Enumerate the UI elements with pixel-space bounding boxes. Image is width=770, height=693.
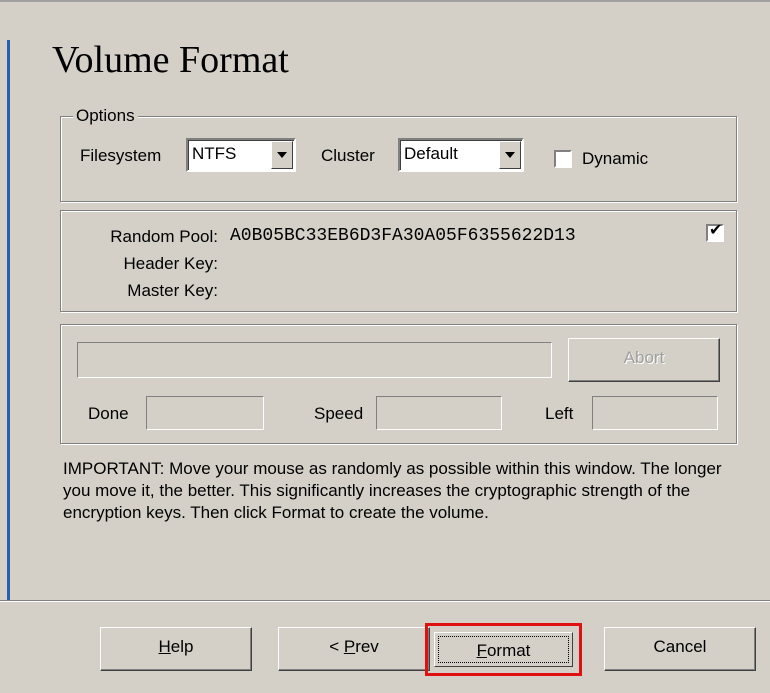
help-mnemonic: H	[158, 637, 171, 656]
show-keys-checkbox[interactable]: ✔	[706, 222, 724, 242]
prev-prefix: <	[329, 637, 344, 656]
speed-field	[376, 396, 502, 430]
header-key-label: Header Key:	[123, 254, 219, 273]
cancel-button[interactable]: Cancel	[604, 627, 756, 671]
cluster-label: Cluster	[321, 146, 375, 165]
format-button[interactable]: Format	[434, 632, 573, 667]
cancel-label: Cancel	[653, 637, 707, 656]
dynamic-checkbox[interactable]	[554, 150, 572, 168]
chevron-down-icon[interactable]	[271, 141, 293, 169]
abort-label: Abort	[623, 348, 665, 367]
important-message: IMPORTANT: Move your mouse as randomly a…	[63, 459, 722, 522]
random-pool-value: A0B05BC33EB6D3FA30A05F6355622D13	[230, 226, 576, 246]
prev-button[interactable]: < Prev	[278, 627, 430, 671]
divider-highlight	[0, 601, 770, 602]
top-edge	[0, 0, 770, 2]
help-button-label: Help	[159, 637, 194, 657]
help-rest: elp	[170, 637, 194, 656]
progress-bar	[77, 342, 552, 378]
speed-label: Speed	[314, 404, 364, 423]
page-title: Volume Format	[52, 39, 289, 81]
help-button[interactable]: Help	[100, 627, 252, 671]
filesystem-select[interactable]: NTFS	[186, 138, 296, 172]
abort-button[interactable]: Abort	[568, 338, 720, 382]
prev-rest: rev	[355, 637, 379, 656]
options-legend: Options	[73, 106, 138, 126]
random-pool-label: Random Pool:	[110, 227, 218, 246]
chevron-down-icon[interactable]	[499, 141, 521, 169]
left-label: Left	[545, 404, 574, 423]
filesystem-label: Filesystem	[80, 146, 162, 165]
left-field	[592, 396, 718, 430]
cluster-value: Default	[404, 144, 458, 163]
master-key-label: Master Key:	[127, 281, 218, 300]
filesystem-value: NTFS	[192, 144, 237, 163]
focus-rect	[438, 636, 569, 663]
done-label: Done	[88, 404, 129, 423]
dynamic-label[interactable]: Dynamic	[582, 149, 648, 169]
done-field	[146, 396, 264, 430]
window-left-accent	[7, 40, 10, 600]
prev-mnemonic: P	[343, 637, 356, 656]
checkmark-icon: ✔	[709, 222, 723, 239]
cluster-select[interactable]: Default	[398, 138, 524, 172]
prev-button-label: < Prev	[329, 637, 379, 657]
format-button-highlight: Format	[425, 623, 582, 676]
